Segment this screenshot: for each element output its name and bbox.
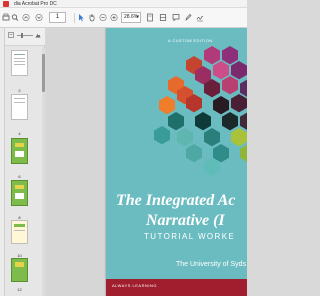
thumbnail-line (14, 98, 25, 99)
toolbar-divider (74, 13, 75, 23)
document-view[interactable]: A CUSTOM EDITION The Integrated Ac Narra… (46, 28, 247, 296)
window-title-bar: dia Acrobat Pro DC (0, 0, 247, 8)
page-thumbnail[interactable] (11, 180, 28, 206)
cover-university: The University of Syds (176, 261, 247, 268)
mountain-icon (35, 34, 41, 38)
hexagon-cluster-graphic (154, 46, 247, 177)
thumbnail-graphic (15, 262, 24, 267)
thumbnails-header (5, 28, 45, 46)
page-thumbnail[interactable] (11, 220, 28, 244)
cover-footer-text: ALWAYS LEARNING (112, 283, 157, 288)
page-thumbnail[interactable] (11, 138, 28, 164)
hexagons (154, 46, 247, 177)
thumbnail-page-label: 6 (18, 174, 21, 179)
fit-page-icon[interactable] (146, 13, 154, 23)
zoom-in-icon[interactable] (110, 13, 118, 23)
cover-title-line-1: The Integrated Ac (116, 192, 236, 209)
thumbnail-graphic (15, 151, 24, 157)
select-cursor-icon[interactable] (77, 13, 85, 23)
thumbnail-page-label: 4 (18, 131, 21, 136)
next-page-icon[interactable] (35, 13, 43, 23)
thumbnail-line (14, 61, 25, 62)
thumbnail-size-slider[interactable] (17, 35, 33, 36)
zoom-level-select[interactable]: 28.6% ▾ (121, 12, 141, 23)
window-title: dia Acrobat Pro DC (14, 0, 57, 7)
thumbnail-line (14, 102, 25, 103)
highlight-pen-icon[interactable] (184, 13, 192, 23)
page-thumbnails-panel: 2 4 6 8 10 12 (5, 28, 45, 296)
page-thumbnail[interactable] (11, 50, 28, 76)
hand-tool-icon[interactable] (88, 13, 96, 23)
thumbnail-line (14, 58, 25, 59)
thumbnail-graphic (15, 193, 24, 199)
acrobat-app-icon (3, 1, 9, 7)
sign-icon[interactable] (196, 13, 204, 23)
chevron-down-icon: ▾ (136, 14, 139, 20)
thumbnails-options-icon[interactable] (8, 32, 14, 38)
cover-edition-label: A CUSTOM EDITION (168, 38, 213, 43)
thumbnail-graphic (15, 185, 24, 189)
pdf-page: A CUSTOM EDITION The Integrated Ac Narra… (106, 28, 247, 296)
print-icon[interactable] (2, 13, 10, 23)
thumbnail-line (14, 64, 25, 65)
thumbnail-page-label: 2 (18, 88, 21, 93)
scrollbar-thumb[interactable] (42, 54, 45, 92)
page-number-input[interactable]: 1 (49, 12, 66, 23)
search-icon[interactable] (11, 13, 19, 23)
comment-icon[interactable] (172, 13, 180, 23)
book-cover: A CUSTOM EDITION The Integrated Ac Narra… (106, 28, 247, 296)
thumbnail-graphic (15, 143, 24, 147)
zoom-out-icon[interactable] (99, 13, 107, 23)
cover-footer-ribbon: ALWAYS LEARNING (106, 279, 247, 296)
previous-page-icon[interactable] (22, 13, 30, 23)
page-thumbnail[interactable] (11, 258, 28, 282)
cover-subtitle: TUTORIAL WORKE (144, 232, 236, 241)
cover-title-line-2: Narrative (I (146, 212, 225, 229)
thumbnails-scrollbar[interactable] (42, 48, 45, 296)
thumbnail-line (14, 230, 25, 231)
toolbar: 1 28.6% ▾ (0, 8, 247, 28)
thumbnail-page-label: 12 (17, 287, 22, 292)
thumbnail-graphic (14, 224, 25, 227)
page-thumbnail[interactable] (11, 94, 28, 120)
page-layout-icon[interactable] (159, 13, 167, 23)
thumbnail-line (14, 54, 25, 55)
thumbnail-size-slider-knob[interactable] (21, 33, 23, 38)
